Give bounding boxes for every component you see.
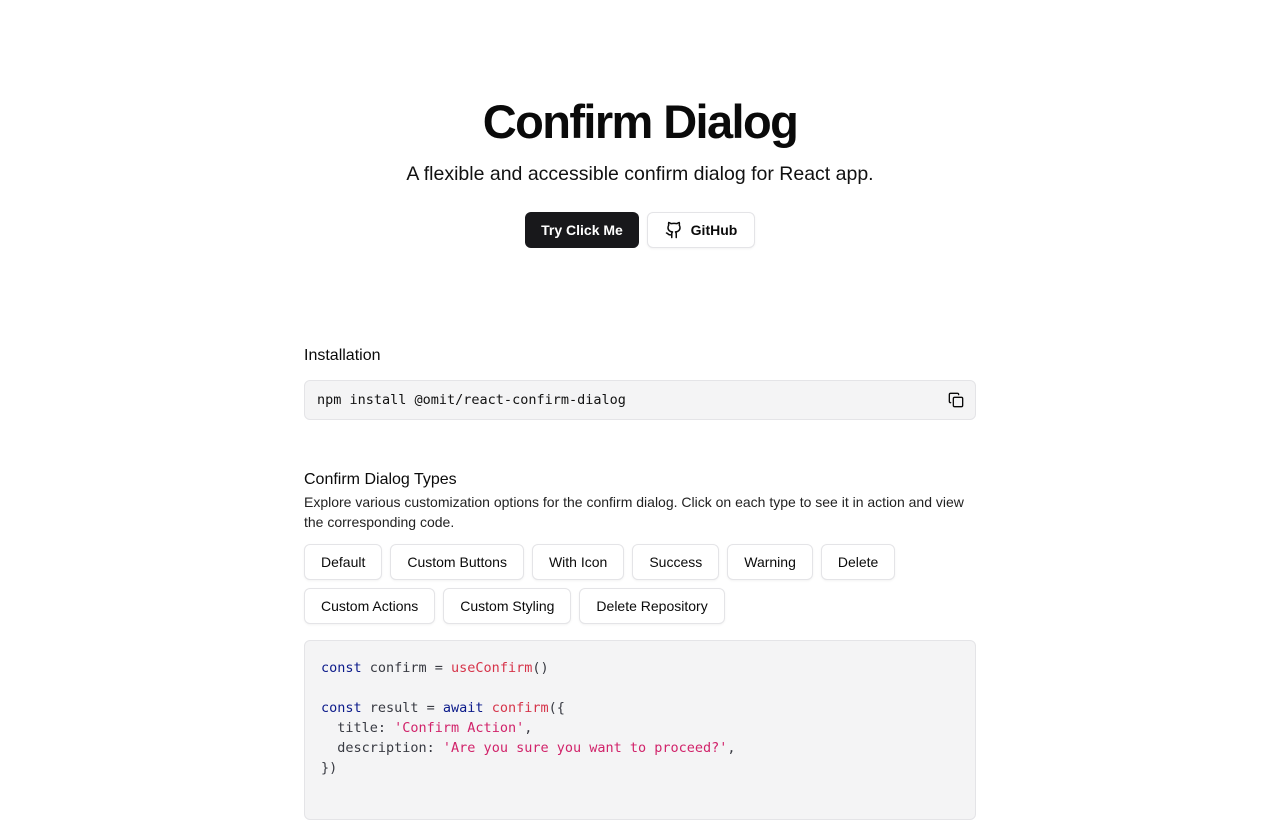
github-button[interactable]: GitHub [647,212,755,248]
type-buttons-row-1: Default Custom Buttons With Icon Success… [304,544,896,580]
types-heading: Confirm Dialog Types [304,471,457,488]
type-with-icon-button[interactable]: With Icon [531,544,625,580]
code-text: , [524,720,533,736]
code-text: result = [361,700,443,716]
code-text: title: [321,720,395,736]
code-text: () [532,660,549,676]
github-button-label: GitHub [690,222,738,238]
installation-heading: Installation [304,347,381,364]
code-text: confirm = [361,660,452,676]
type-delete-button[interactable]: Delete [820,544,896,580]
types-description: Explore various customization options fo… [304,494,964,530]
code-text: description: [321,740,443,756]
code-line: description: 'Are you sure you want to p… [321,738,959,758]
hero-actions: Try Click Me GitHub [0,212,1280,248]
code-line: const result = await confirm({ [321,698,959,718]
install-command: npm install @omit/react-confirm-dialog [317,392,626,408]
install-command-box: npm install @omit/react-confirm-dialog [304,380,976,420]
code-keyword: await [442,700,484,716]
copy-button[interactable] [947,391,965,409]
code-text: }) [321,760,338,776]
type-buttons-row-2: Custom Actions Custom Styling Delete Rep… [304,588,725,624]
type-custom-actions-button[interactable]: Custom Actions [304,588,436,624]
code-line: }) [321,758,959,778]
type-delete-repository-button[interactable]: Delete Repository [579,588,725,624]
code-text: ({ [548,700,565,716]
code-example: const confirm = useConfirm() const resul… [304,640,976,820]
code-function: confirm [491,700,549,716]
code-keyword: const [321,700,362,716]
type-custom-styling-button[interactable]: Custom Styling [443,588,572,624]
code-keyword: const [321,660,362,676]
code-function: useConfirm [451,660,533,676]
type-warning-button[interactable]: Warning [727,544,813,580]
code-line: const confirm = useConfirm() [321,658,959,678]
page-title: Confirm Dialog [482,95,799,148]
github-icon [665,221,683,239]
copy-icon [948,392,964,408]
code-line: title: 'Confirm Action', [321,718,959,738]
type-default-button[interactable]: Default [304,544,383,580]
type-success-button[interactable]: Success [632,544,720,580]
code-string: 'Are you sure you want to proceed?' [442,740,728,756]
code-string: 'Confirm Action' [394,720,525,736]
code-text: , [727,740,736,756]
page-subtitle: A flexible and accessible confirm dialog… [406,163,874,185]
try-click-me-button[interactable]: Try Click Me [525,212,639,248]
type-custom-buttons-button[interactable]: Custom Buttons [390,544,524,580]
